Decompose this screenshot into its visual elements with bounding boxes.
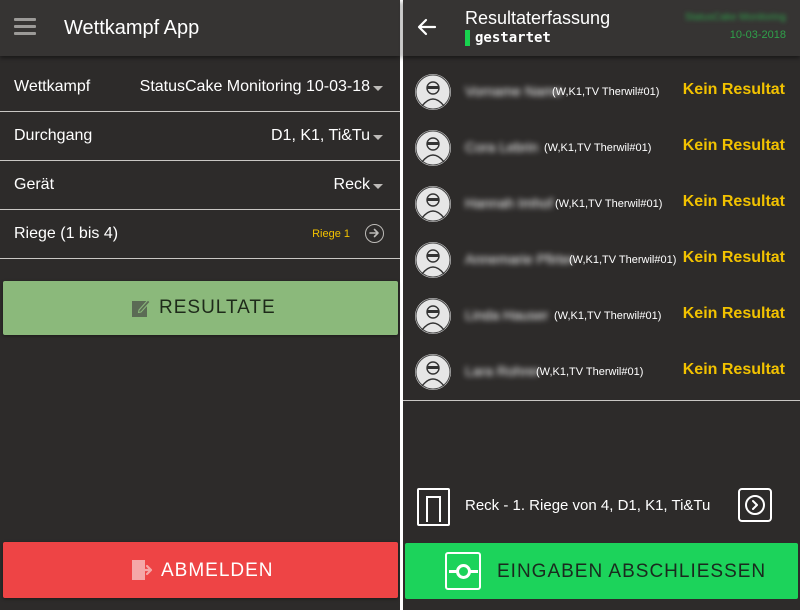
dropdown-caret-icon — [373, 184, 383, 189]
riege-row[interactable]: Riege (1 bis 4) Riege 1 — [0, 210, 400, 259]
status-indicator — [465, 30, 470, 46]
athlete-result: Kein Resultat — [682, 305, 785, 322]
athlete-row[interactable]: Vorname Name (W,K1,TV Therwil#01) Kein R… — [403, 69, 800, 125]
athlete-result: Kein Resultat — [682, 81, 785, 98]
athlete-row[interactable]: Cora Lebrin (W,K1,TV Therwil#01) Kein Re… — [403, 125, 800, 181]
athlete-name: Cora Lebrin — [465, 139, 539, 155]
arrow-right-circle-icon[interactable] — [365, 224, 384, 243]
arrow-right-circle-icon — [745, 495, 765, 515]
avatar — [415, 354, 451, 390]
athlete-row[interactable]: Lara Rohrer (W,K1,TV Therwil#01) Kein Re… — [403, 349, 800, 405]
results-header: Resultaterfassung gestartet StatusCake M… — [403, 0, 800, 56]
eingaben-abschliessen-button[interactable]: EINGABEN ABSCHLIESSEN — [405, 543, 798, 599]
resultate-label: RESULTATE — [159, 297, 276, 318]
geraet-value: Reck — [333, 176, 370, 193]
next-riege-button[interactable] — [738, 488, 772, 522]
lock-icon — [445, 552, 481, 590]
avatar — [415, 298, 451, 334]
edit-icon — [132, 299, 151, 317]
athlete-list: Vorname Name (W,K1,TV Therwil#01) Kein R… — [403, 63, 800, 401]
athlete-result: Kein Resultat — [682, 193, 785, 210]
athlete-club: (W,K1,TV Therwil#01) — [555, 198, 663, 210]
athlete-result: Kein Resultat — [682, 137, 785, 154]
athlete-club: (W,K1,TV Therwil#01) — [554, 310, 662, 322]
athlete-row[interactable]: Hannah Imhof (W,K1,TV Therwil#01) Kein R… — [403, 181, 800, 237]
athlete-result: Kein Resultat — [682, 361, 785, 378]
wettkampf-label: Wettkampf — [14, 78, 91, 95]
riege-value: Riege 1 — [312, 228, 350, 240]
door-icon — [417, 488, 450, 526]
athlete-name: Vorname Name — [465, 83, 563, 99]
dropdown-caret-icon — [373, 86, 383, 91]
durchgang-label: Durchgang — [14, 127, 93, 144]
riege-info-bar: Reck - 1. Riege von 4, D1, K1, Ti&Tu — [403, 478, 800, 534]
riege-info-text: Reck - 1. Riege von 4, D1, K1, Ti&Tu — [465, 497, 711, 514]
avatar — [415, 242, 451, 278]
dropdown-caret-icon — [373, 135, 383, 140]
athlete-name: Annemarie Pfirter — [465, 251, 574, 267]
avatar — [415, 74, 451, 110]
athlete-club: (W,K1,TV Therwil#01) — [544, 142, 652, 154]
athlete-row[interactable]: Linda Hauser (W,K1,TV Therwil#01) Kein R… — [403, 293, 800, 349]
app-title: Wettkampf App — [64, 17, 200, 39]
riege-label: Riege (1 bis 4) — [14, 225, 119, 242]
resultate-button[interactable]: RESULTATE — [3, 281, 398, 335]
geraet-select[interactable]: Gerät Reck — [0, 161, 400, 210]
abmelden-button[interactable]: ABMELDEN — [3, 542, 398, 598]
athlete-result: Kein Resultat — [682, 249, 785, 266]
athlete-name: Linda Hauser — [465, 307, 549, 323]
event-date: 10-03-2018 — [729, 29, 786, 41]
avatar — [415, 130, 451, 166]
page-title: Resultaterfassung — [465, 8, 611, 28]
hamburger-menu-icon[interactable] — [14, 18, 36, 38]
athlete-row[interactable]: Annemarie Pfirter (W,K1,TV Therwil#01) K… — [403, 237, 800, 293]
durchgang-value: D1, K1, Ti&Tu — [271, 127, 370, 144]
left-panel: Wettkampf App Wettkampf StatusCake Monit… — [0, 0, 400, 610]
avatar — [415, 186, 451, 222]
status-text: gestartet — [475, 30, 551, 46]
wettkampf-select[interactable]: Wettkampf StatusCake Monitoring 10-03-18 — [0, 63, 400, 112]
athlete-club: (W,K1,TV Therwil#01) — [536, 366, 644, 378]
eingaben-label: EINGABEN ABSCHLIESSEN — [497, 561, 767, 582]
right-panel: Resultaterfassung gestartet StatusCake M… — [403, 0, 800, 610]
logout-icon — [132, 560, 153, 580]
event-name: StatusCake Monitoring — [684, 12, 786, 23]
athlete-name: Hannah Imhof — [465, 195, 553, 211]
athlete-name: Lara Rohrer — [465, 363, 540, 379]
back-arrow-icon[interactable] — [417, 17, 437, 37]
abmelden-label: ABMELDEN — [161, 560, 274, 581]
wettkampf-value: StatusCake Monitoring 10-03-18 — [139, 78, 370, 95]
athlete-club: (W,K1,TV Therwil#01) — [569, 254, 677, 266]
geraet-label: Gerät — [14, 176, 55, 193]
durchgang-select[interactable]: Durchgang D1, K1, Ti&Tu — [0, 112, 400, 161]
athlete-club: (W,K1,TV Therwil#01) — [552, 86, 660, 98]
app-header: Wettkampf App — [0, 0, 400, 56]
